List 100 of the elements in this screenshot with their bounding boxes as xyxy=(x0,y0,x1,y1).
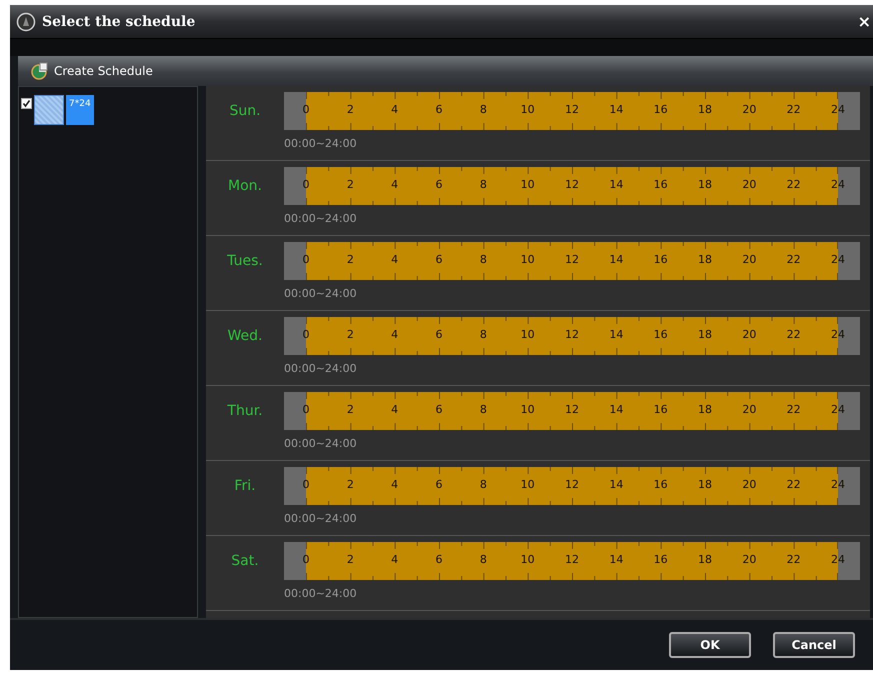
timeline-track[interactable]: 0 2 4 6 8 10 12 14 16 18 20 22 24 xyxy=(284,542,860,580)
schedule-pattern-icon xyxy=(34,95,64,125)
time-range: 00:00~24:00 xyxy=(284,136,358,150)
hour-label: 18 xyxy=(698,103,712,116)
time-range: 00:00~24:00 xyxy=(284,586,358,600)
hour-label: 0 xyxy=(302,478,310,491)
hour-label: 2 xyxy=(346,478,354,491)
hour-label: 2 xyxy=(346,328,354,341)
hour-label: 0 xyxy=(302,253,310,266)
hour-label: 2 xyxy=(346,103,354,116)
hour-label: 14 xyxy=(609,253,624,266)
hour-label: 24 xyxy=(831,553,845,566)
hour-label: 0 xyxy=(302,403,310,416)
time-range: 00:00~24:00 xyxy=(284,436,358,450)
hour-label: 12 xyxy=(565,178,579,191)
hour-label: 12 xyxy=(565,478,579,491)
hour-label: 18 xyxy=(698,328,712,341)
hour-label: 4 xyxy=(391,478,398,491)
day-label: Wed. xyxy=(228,328,262,344)
time-range: 00:00~24:00 xyxy=(284,512,358,524)
hour-label: 6 xyxy=(436,178,442,191)
hour-label: 20 xyxy=(742,253,756,266)
hour-label: 8 xyxy=(480,553,487,566)
hour-label: 16 xyxy=(654,253,668,266)
hour-label: 10 xyxy=(520,103,535,116)
timeline-track[interactable]: 0 2 4 6 8 10 12 14 16 18 20 22 24 xyxy=(284,392,860,430)
checkbox[interactable] xyxy=(21,98,32,109)
hour-label: 6 xyxy=(436,103,442,116)
hour-label: 18 xyxy=(698,478,712,491)
hour-label: 12 xyxy=(565,253,579,266)
hour-label: 18 xyxy=(698,253,712,266)
hour-label: 14 xyxy=(609,103,624,116)
hour-label: 6 xyxy=(436,553,442,566)
app-logo-icon xyxy=(16,12,36,32)
hour-label: 16 xyxy=(654,403,668,416)
hour-label: 22 xyxy=(786,328,801,341)
hour-label: 4 xyxy=(391,553,398,566)
hour-label: 24 xyxy=(831,253,845,266)
hour-label: 2 xyxy=(346,553,354,566)
hour-label: 4 xyxy=(391,178,398,191)
hour-label: 22 xyxy=(786,403,801,416)
hour-label: 16 xyxy=(654,178,668,191)
tree-item[interactable]: 7*24 xyxy=(66,95,94,125)
timeline-track[interactable]: 0 2 4 6 8 10 12 14 16 18 20 22 24 xyxy=(284,317,860,355)
time-range: 00:00~24:00 xyxy=(284,286,358,300)
hour-label: 12 xyxy=(565,328,579,341)
time-range: 00:00~24:00 xyxy=(284,362,358,374)
hour-label: 6 xyxy=(436,328,442,341)
create-schedule-button[interactable]: Create Schedule xyxy=(54,64,153,78)
hour-label: 8 xyxy=(480,478,487,491)
hour-label: 8 xyxy=(480,253,487,266)
hour-label: 10 xyxy=(520,253,535,266)
hour-label: 4 xyxy=(391,328,398,341)
hour-label: 10 xyxy=(520,553,535,566)
day-label: Sun. xyxy=(229,103,261,119)
hour-label: 20 xyxy=(742,178,756,191)
hour-label: 12 xyxy=(565,403,579,416)
hour-label: 14 xyxy=(609,328,624,341)
calendar-chart-icon xyxy=(30,62,48,80)
ok-button[interactable]: OK xyxy=(669,632,751,658)
hour-label: 20 xyxy=(742,478,756,491)
hour-label: 8 xyxy=(480,178,487,191)
close-button[interactable]: × xyxy=(858,12,871,31)
hour-label: 10 xyxy=(520,403,535,416)
hour-label: 20 xyxy=(742,553,756,566)
hour-label: 0 xyxy=(302,553,310,566)
hour-label: 12 xyxy=(565,553,579,566)
hour-label: 4 xyxy=(391,403,398,416)
hour-label: 22 xyxy=(786,553,801,566)
hour-label: 24 xyxy=(831,328,845,341)
timeline-track[interactable]: 0 2 4 6 8 10 12 14 16 18 20 22 24 xyxy=(284,242,860,280)
hour-label: 20 xyxy=(742,103,756,116)
hour-label: 2 xyxy=(346,403,354,416)
timeline-track[interactable]: 0 2 4 6 8 10 12 14 16 18 20 22 24 xyxy=(284,467,860,505)
hour-label: 18 xyxy=(698,403,712,416)
hour-label: 18 xyxy=(698,553,712,566)
hour-label: 10 xyxy=(520,478,535,491)
timeline-track[interactable]: 0 2 4 6 8 10 12 14 16 18 20 22 24 xyxy=(284,167,860,205)
hour-label: 2 xyxy=(346,178,354,191)
hour-label: 0 xyxy=(302,178,310,191)
hour-label: 14 xyxy=(609,178,624,191)
hour-label: 8 xyxy=(480,328,487,341)
hour-label: 24 xyxy=(831,478,845,491)
window-title: Select the schedule xyxy=(42,14,196,30)
hour-label: 16 xyxy=(654,103,668,116)
hour-label: 22 xyxy=(786,478,801,491)
hour-label: 24 xyxy=(831,178,845,191)
hour-label: 10 xyxy=(520,328,535,341)
day-label: Tues. xyxy=(227,253,263,269)
hour-label: 24 xyxy=(831,103,845,116)
hour-label: 16 xyxy=(654,553,668,566)
hour-label: 8 xyxy=(480,103,487,116)
hour-label: 4 xyxy=(391,103,398,116)
day-label: Thur. xyxy=(227,403,263,419)
cancel-button[interactable]: Cancel xyxy=(773,632,855,658)
hour-label: 14 xyxy=(609,403,624,416)
timeline-track[interactable]: 0 2 4 6 8 10 12 14 16 18 20 22 24 xyxy=(284,92,860,130)
hour-label: 24 xyxy=(831,403,845,416)
hour-label: 16 xyxy=(654,328,668,341)
hour-label: 16 xyxy=(654,478,668,491)
